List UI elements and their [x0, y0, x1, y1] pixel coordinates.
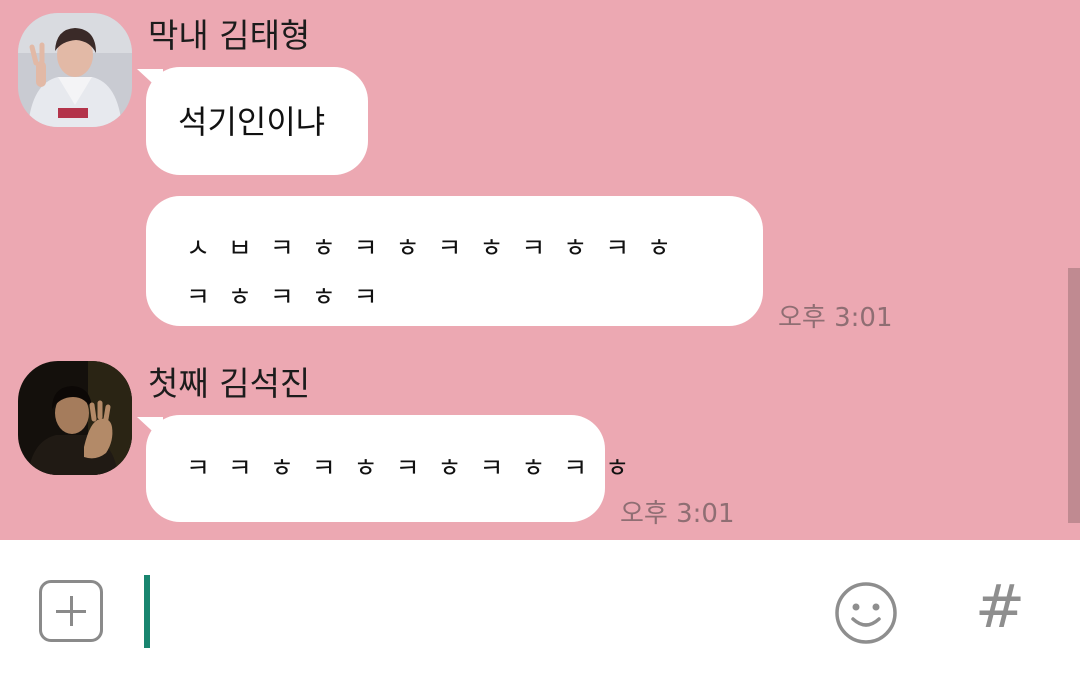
message-timestamp: 오후 3:01 [620, 499, 735, 529]
message-bubble[interactable]: ㅅㅂㅋㅎㅋㅎㅋㅎㅋㅎㅋㅎㅋㅎㅋㅎㅋ [146, 196, 763, 326]
message-bubble[interactable]: 석기인이냐 [146, 67, 368, 175]
message-text: ㅋㅋㅎㅋㅎㅋㅎㅋㅎㅋㅎ [186, 454, 648, 484]
profile-photo [18, 13, 132, 127]
sender-avatar-seokjin[interactable] [18, 361, 132, 475]
message-text: ㅅㅂㅋㅎㅋㅎㅋㅎㅋㅎㅋㅎㅋㅎㅋㅎㅋ [186, 234, 690, 313]
hashtag-icon: # [974, 572, 1026, 642]
message-timestamp: 오후 3:01 [778, 303, 893, 333]
add-attachment-button[interactable] [39, 580, 103, 642]
emoji-button[interactable] [834, 581, 898, 645]
sender-name: 막내 김태형 [148, 16, 311, 55]
hashtag-button[interactable]: # [970, 572, 1030, 642]
smiley-icon [835, 582, 897, 644]
message-bubble[interactable]: ㅋㅋㅎㅋㅎㅋㅎㅋㅎㅋㅎ [146, 415, 648, 522]
chat-area: 막내 김태형 석기인이냐 ㅅㅂㅋㅎㅋㅎㅋㅎㅋㅎㅋㅎㅋㅎㅋㅎㅋ 오후 3:01 첫… [0, 0, 1080, 540]
chat-scrollbar[interactable] [1068, 268, 1080, 523]
text-cursor [144, 575, 150, 648]
sender-name: 첫째 김석진 [148, 364, 311, 403]
message-input[interactable] [160, 575, 800, 648]
profile-photo [18, 361, 132, 475]
sender-avatar-taehyung[interactable] [18, 13, 132, 127]
message-text: 석기인이냐 [178, 103, 326, 141]
